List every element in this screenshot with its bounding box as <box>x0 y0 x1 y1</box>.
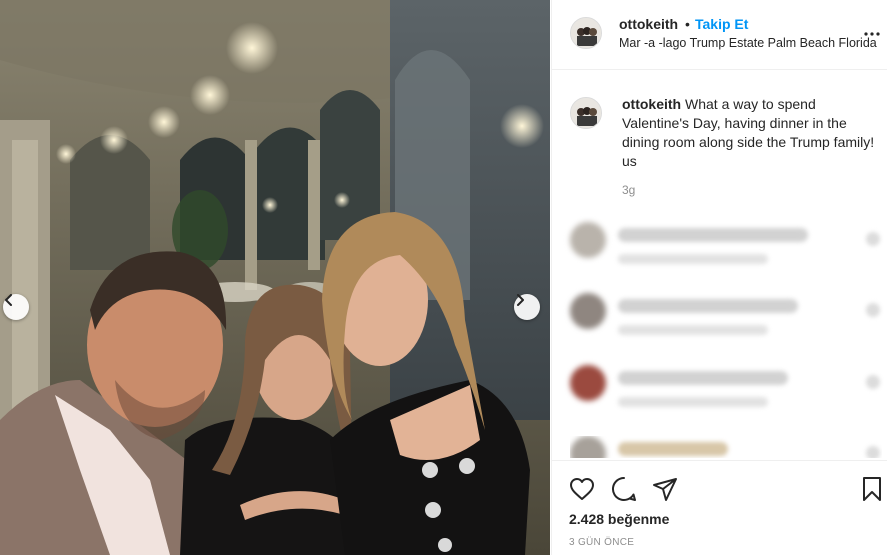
comment-text-blurred <box>618 299 798 313</box>
previous-photo-button[interactable] <box>3 294 29 320</box>
separator-dot: • <box>685 16 690 32</box>
post-actions: 2.428 beğenme 3 GÜN ÖNCE <box>552 460 887 555</box>
location-link[interactable]: Mar -a -lago Trump Estate Palm Beach Flo… <box>619 36 877 50</box>
post-side-panel: ottokeith • Takip Et Mar -a -lago Trump … <box>551 0 887 555</box>
comment-meta-blurred <box>618 397 768 407</box>
share-icon[interactable] <box>651 475 679 503</box>
comment-avatar <box>570 293 606 329</box>
comment-item <box>570 436 882 458</box>
comment-meta-blurred <box>618 254 768 264</box>
caption-timestamp[interactable]: 3g <box>622 183 635 197</box>
follow-button[interactable]: Takip Et <box>695 16 748 32</box>
post-photo[interactable] <box>0 0 550 555</box>
avatar[interactable] <box>570 17 602 49</box>
next-photo-button[interactable] <box>514 294 540 320</box>
caption-avatar[interactable] <box>570 97 602 129</box>
comment-avatar <box>570 365 606 401</box>
comment-text-blurred <box>618 442 728 456</box>
photo-scene <box>0 0 550 555</box>
post-header: ottokeith • Takip Et Mar -a -lago Trump … <box>552 0 887 70</box>
more-options-icon[interactable] <box>862 26 882 42</box>
comment-like-icon[interactable] <box>866 303 880 317</box>
comment-avatar <box>570 436 606 458</box>
caption-username[interactable]: ottokeith <box>622 96 681 112</box>
avatar-image <box>571 18 601 48</box>
comment-like-icon[interactable] <box>866 375 880 389</box>
comment-item <box>570 222 882 282</box>
bookmark-icon[interactable] <box>858 475 886 503</box>
chevron-left-icon <box>5 294 12 306</box>
chevron-right-icon <box>517 294 524 306</box>
username-link[interactable]: ottokeith <box>619 16 678 32</box>
comment-icon[interactable] <box>610 475 638 503</box>
comment-item <box>570 293 882 353</box>
comment-like-icon[interactable] <box>866 446 880 458</box>
avatar-image <box>571 98 601 128</box>
heart-icon[interactable] <box>568 475 596 503</box>
caption-body: ottokeith What a way to spend Valentine'… <box>622 95 884 171</box>
comment-avatar <box>570 222 606 258</box>
comment-meta-blurred <box>618 325 768 335</box>
comment-text-blurred <box>618 228 808 242</box>
post-timestamp[interactable]: 3 GÜN ÖNCE <box>569 537 634 548</box>
comment-text-blurred <box>618 371 788 385</box>
comment-item <box>570 365 882 425</box>
comment-like-icon[interactable] <box>866 232 880 246</box>
like-count[interactable]: 2.428 beğenme <box>569 511 669 527</box>
